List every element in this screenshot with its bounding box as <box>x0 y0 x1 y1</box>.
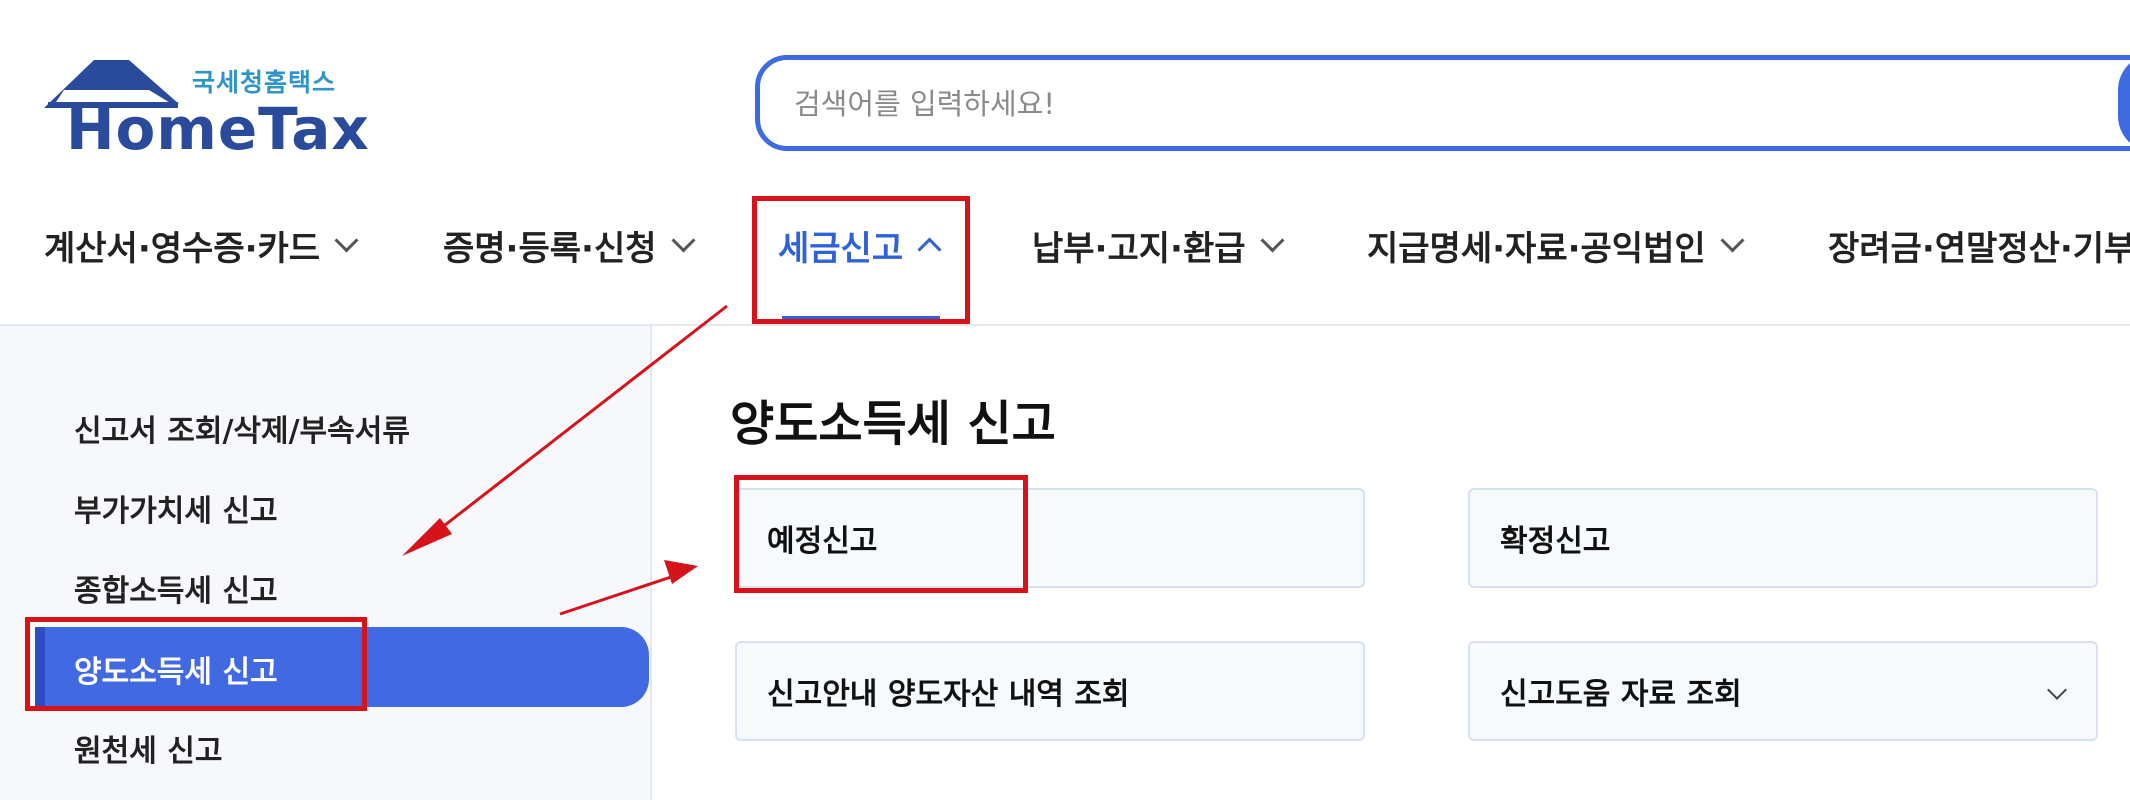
annotation-arrow-line <box>559 572 681 616</box>
annotation-arrow-line <box>417 304 728 548</box>
annotation-arrows <box>402 304 728 616</box>
annotation-arrow-head <box>664 560 698 584</box>
